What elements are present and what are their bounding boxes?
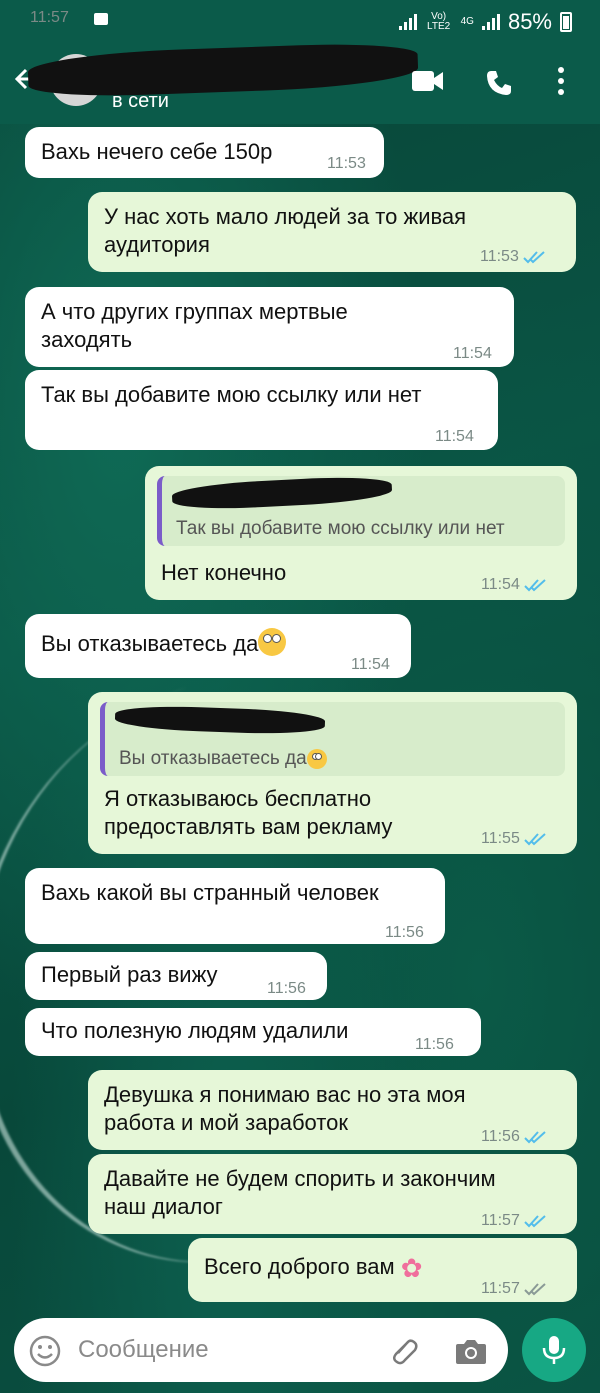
time-value: 11:54 [481, 576, 520, 593]
read-ticks-icon [524, 573, 548, 603]
eye-roll-emoji-icon [258, 628, 287, 656]
message-text-line: Девушка я понимаю вас но эта моя [104, 1082, 466, 1107]
eye-roll-emoji-icon [306, 749, 327, 769]
message-text: Нет конечно [161, 560, 287, 585]
message-text-line: наш диалог [104, 1194, 223, 1219]
quoted-text: Так вы добавите мою ссылку или нет [176, 518, 505, 539]
microphone-icon [542, 1336, 566, 1364]
message-text-value: Всего доброго вам [204, 1254, 395, 1279]
delivered-ticks-icon [524, 1277, 548, 1307]
quoted-message[interactable]: Так вы добавите мою ссылку или нет [157, 474, 565, 546]
message-time: 11:54 [351, 656, 390, 673]
read-ticks-icon [524, 1209, 548, 1239]
message-input[interactable]: Сообщение [78, 1336, 209, 1364]
redacted-phone-number [171, 474, 393, 512]
message-time: 11:56 [415, 1036, 454, 1053]
notification-icon [94, 13, 108, 25]
message-bubble-incoming[interactable]: Вахь какой вы странный человек 11:56 [25, 868, 445, 944]
message-text: Что полезную людям удалили [41, 1018, 349, 1043]
network-4g-label: 4G [460, 16, 474, 27]
message-bubble-outgoing[interactable]: У нас хоть мало людей за то живая аудито… [88, 192, 576, 272]
message-time: 11:55 [481, 824, 548, 857]
attach-icon[interactable] [386, 1334, 420, 1373]
message-text: Так вы добавите мою ссылку или нет [41, 382, 422, 407]
chat-header: в сети [0, 41, 600, 124]
time-value: 11:57 [481, 1212, 520, 1229]
signal-icon-2 [481, 14, 500, 30]
message-input-bar[interactable]: Сообщение [14, 1318, 508, 1382]
message-text-line: У нас хоть мало людей за то живая [104, 204, 467, 229]
read-ticks-icon [524, 827, 548, 857]
message-text-line: предоставлять вам рекламу [104, 814, 393, 839]
contact-status: в сети [112, 90, 169, 112]
quoted-text: Вы отказываетесь да [119, 744, 327, 774]
message-bubble-outgoing[interactable]: Давайте не будем спорить и закончим наш … [88, 1154, 577, 1234]
message-text-line: Я отказываюсь бесплатно [104, 786, 372, 811]
message-bubble-outgoing[interactable]: Девушка я понимаю вас но эта моя работа … [88, 1070, 577, 1150]
message-time: 11:53 [327, 155, 366, 172]
message-time: 11:54 [481, 570, 548, 603]
message-time: 11:56 [481, 1122, 548, 1155]
message-text-line: Давайте не будем спорить и закончим [104, 1166, 496, 1191]
message-time: 11:54 [435, 428, 474, 445]
message-text-line: работа и мой заработок [104, 1110, 348, 1135]
time-value: 11:53 [480, 248, 519, 265]
message-time: 11:53 [480, 242, 547, 275]
message-text: Всего доброго вам ✿ [204, 1252, 423, 1283]
message-text: Первый раз вижу [41, 962, 218, 987]
read-ticks-icon [523, 245, 547, 275]
redacted-contact-name [27, 41, 419, 99]
message-bubble-outgoing[interactable]: Всего доброго вам ✿ 11:57 [188, 1238, 577, 1302]
battery-icon [560, 12, 572, 32]
microphone-button[interactable] [522, 1318, 586, 1382]
message-time: 11:56 [385, 924, 424, 941]
phone-call-icon[interactable] [484, 68, 514, 103]
quoted-message[interactable]: Вы отказываетесь да [100, 702, 565, 776]
emoji-icon[interactable] [28, 1334, 62, 1373]
more-options-icon[interactable] [556, 66, 566, 101]
message-bubble-incoming[interactable]: Первый раз вижу 11:56 [25, 952, 327, 1000]
message-bubble-incoming[interactable]: Что полезную людям удалили 11:56 [25, 1008, 481, 1056]
message-text-line: А что других группах мертвые [41, 299, 348, 324]
message-time: 11:56 [267, 980, 306, 997]
status-bar: 11:57 Vo) LTE2 4G 85% [0, 0, 600, 44]
time-value: 11:55 [481, 830, 520, 847]
status-icons: Vo) LTE2 4G 85% [398, 9, 572, 35]
message-text: Вы отказываетесь да [41, 628, 287, 659]
message-time: 11:54 [453, 345, 492, 362]
message-bubble-incoming[interactable]: Так вы добавите мою ссылку или нет 11:54 [25, 370, 498, 450]
message-bubble-outgoing[interactable]: Вы отказываетесь да Я отказываюсь беспла… [88, 692, 577, 854]
redacted-phone-number [114, 704, 326, 736]
message-bubble-incoming[interactable]: Вы отказываетесь да 11:54 [25, 614, 411, 678]
message-bubble-outgoing[interactable]: Так вы добавите мою ссылку или нет Нет к… [145, 466, 577, 600]
status-time: 11:57 [30, 9, 69, 26]
time-value: 11:57 [481, 1280, 520, 1297]
message-time: 11:57 [481, 1274, 548, 1307]
camera-icon[interactable] [454, 1336, 488, 1371]
message-text-value: Вы отказываетесь да [41, 631, 259, 656]
message-bubble-incoming[interactable]: А что других группах мертвые заходять 11… [25, 287, 514, 367]
message-text-line: аудитория [104, 232, 210, 257]
battery-percent: 85% [507, 9, 552, 34]
video-call-icon[interactable] [410, 68, 446, 99]
network-label: Vo) LTE2 [427, 11, 451, 32]
message-text: Вахь нечего себе 150р [41, 139, 273, 164]
message-bubble-incoming[interactable]: Вахь нечего себе 150р 11:53 [25, 127, 384, 178]
signal-icon [398, 14, 417, 30]
message-time: 11:57 [481, 1206, 548, 1239]
message-text: Вахь какой вы странный человек [41, 880, 379, 905]
message-text-line: заходять [41, 327, 133, 352]
cherry-blossom-emoji-icon: ✿ [400, 1253, 423, 1283]
read-ticks-icon [524, 1125, 548, 1155]
quoted-text-value: Вы отказываетесь да [119, 748, 307, 769]
time-value: 11:56 [481, 1128, 520, 1145]
